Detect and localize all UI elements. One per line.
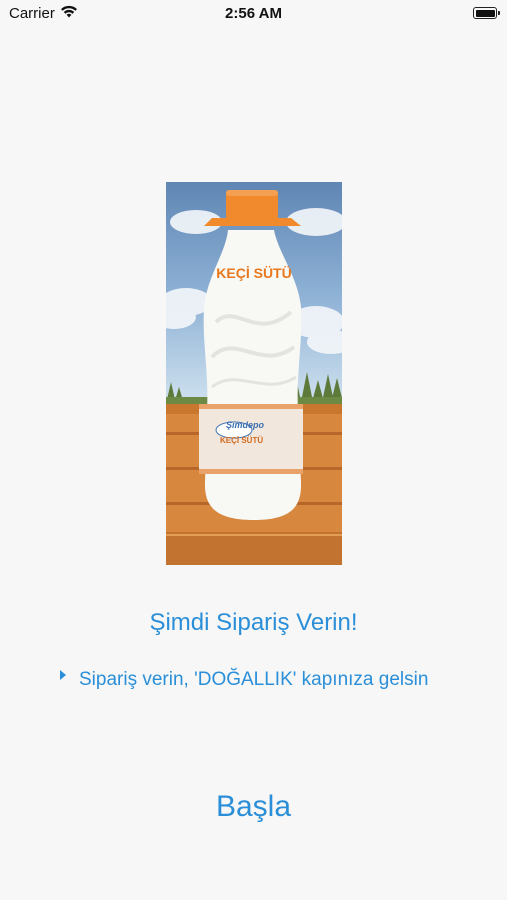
bullet-arrow-icon bbox=[60, 670, 66, 680]
screen: Carrier 2:56 AM Şimdepo KEÇİ SÜTÜ KEÇİ S… bbox=[0, 0, 507, 900]
bullet-item: Sipariş verin, 'DOĞALLIK' kapınıza gelsi… bbox=[60, 664, 440, 695]
status-bar: Carrier 2:56 AM bbox=[0, 0, 507, 30]
bottle-cap bbox=[204, 190, 301, 226]
product-label-bottom: KEÇİ SÜTÜ bbox=[220, 436, 263, 445]
product-label-top: KEÇİ SÜTÜ bbox=[216, 265, 291, 281]
product-image: Şimdepo KEÇİ SÜTÜ KEÇİ SÜTÜ bbox=[166, 182, 342, 565]
status-time: 2:56 AM bbox=[225, 5, 282, 22]
bullet-text: Sipariş verin, 'DOĞALLIK' kapınıza gelsi… bbox=[79, 669, 429, 690]
page-headline: Şimdi Sipariş Verin! bbox=[149, 609, 358, 636]
battery-icon bbox=[473, 7, 500, 19]
product-brand: Şimdepo bbox=[226, 420, 265, 430]
start-button[interactable]: Başla bbox=[0, 790, 507, 824]
